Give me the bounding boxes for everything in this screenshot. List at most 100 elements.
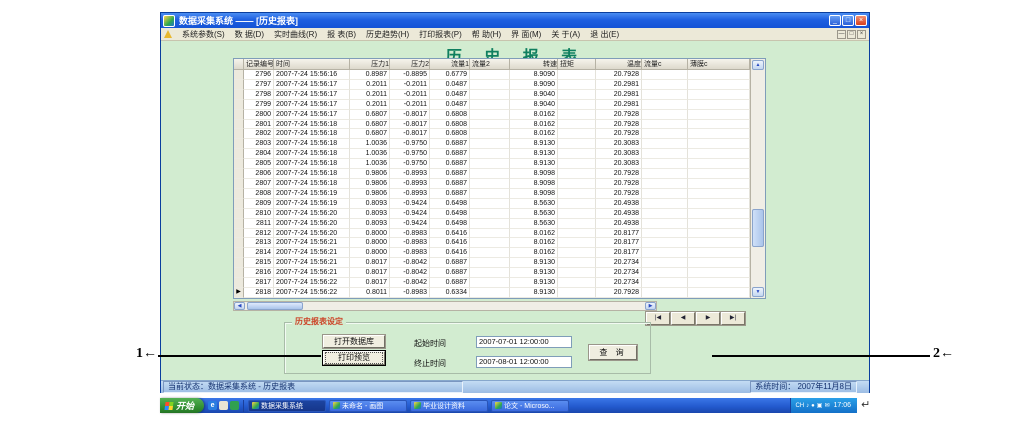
antivirus-icon[interactable]: ●	[811, 402, 815, 410]
taskbar-task[interactable]: 未命名 - 画图	[329, 400, 407, 412]
horizontal-scrollbar[interactable]: ◀ ▶	[233, 301, 657, 311]
table-row[interactable]: 27972007-7-24 15:56:170.2011-0.20110.048…	[234, 80, 750, 90]
volume-icon[interactable]: ♪	[806, 402, 809, 410]
column-header[interactable]: 扭矩	[558, 59, 596, 70]
vertical-scrollbar[interactable]: ▲ ▼	[750, 59, 765, 298]
column-header[interactable]: 压力2	[390, 59, 430, 70]
media-player-icon[interactable]	[230, 401, 239, 410]
restore-button[interactable]: □	[842, 15, 854, 26]
navigator-button[interactable]: ◀	[671, 312, 695, 325]
ie-icon[interactable]: e	[208, 401, 217, 410]
history-data-grid[interactable]: 记录编号时间压力1压力2流量1流量2转速扭矩温度流量c薄膜c 27962007-…	[233, 58, 766, 299]
menu-item[interactable]: 退 出(E)	[585, 29, 624, 40]
table-cell: 2007-7-24 15:56:19	[274, 199, 350, 209]
table-row[interactable]: 28012007-7-24 15:56:180.6807-0.80170.680…	[234, 120, 750, 130]
navigator-button[interactable]: ▶|	[721, 312, 745, 325]
table-row[interactable]: 28072007-7-24 15:56:180.9806-0.89930.688…	[234, 179, 750, 189]
table-cell	[688, 120, 750, 130]
table-cell: 20.7928	[596, 129, 642, 139]
table-cell	[470, 219, 510, 229]
column-header[interactable]: 记录编号	[244, 59, 274, 70]
table-row[interactable]: 28152007-7-24 15:56:210.8017-0.80420.688…	[234, 258, 750, 268]
table-row[interactable]: 28092007-7-24 15:56:190.8093-0.94240.649…	[234, 199, 750, 209]
vertical-scrollbar-thumb[interactable]	[752, 209, 764, 247]
scroll-left-icon[interactable]: ◀	[234, 302, 245, 310]
query-button[interactable]: 查 询	[589, 345, 637, 360]
menu-item[interactable]: 打印报表(P)	[414, 29, 467, 40]
title-bar[interactable]: 数据采集系统 —— [历史报表] _ □ ×	[161, 13, 869, 28]
table-row[interactable]: 27982007-7-24 15:56:170.2011-0.20110.048…	[234, 90, 750, 100]
scroll-up-icon[interactable]: ▲	[752, 60, 764, 70]
table-row[interactable]: 28112007-7-24 15:56:200.8093-0.94240.649…	[234, 219, 750, 229]
column-header[interactable]: 压力1	[350, 59, 390, 70]
table-row[interactable]: 28062007-7-24 15:56:180.9806-0.89930.688…	[234, 169, 750, 179]
column-header[interactable]: 流量2	[470, 59, 510, 70]
taskbar-task[interactable]: 论文 - Microso...	[491, 400, 569, 412]
table-cell: 0.8000	[350, 229, 390, 239]
menu-item[interactable]: 帮 助(H)	[467, 29, 506, 40]
table-row[interactable]: 28102007-7-24 15:56:200.8093-0.94240.649…	[234, 209, 750, 219]
table-row[interactable]: 28142007-7-24 15:56:210.8000-0.89830.641…	[234, 248, 750, 258]
table-cell	[642, 179, 688, 189]
mdi-control-button[interactable]: —	[837, 30, 846, 39]
minimize-button[interactable]: _	[829, 15, 841, 26]
table-cell	[558, 129, 596, 139]
table-cell: 20.7928	[596, 70, 642, 80]
close-button[interactable]: ×	[855, 15, 867, 26]
start-button[interactable]: 开始	[160, 398, 204, 413]
menu-item[interactable]: 系统参数(S)	[177, 29, 230, 40]
column-header[interactable]: 时间	[274, 59, 350, 70]
table-row[interactable]: 28052007-7-24 15:56:181.0036-0.97500.688…	[234, 159, 750, 169]
menu-item[interactable]: 实时曲线(R)	[269, 29, 322, 40]
table-row[interactable]: 28032007-7-24 15:56:181.0036-0.97500.688…	[234, 139, 750, 149]
row-selector	[234, 120, 244, 130]
print-preview-button[interactable]: 打印预览	[323, 351, 385, 365]
table-cell: 0.8011	[350, 288, 390, 298]
column-header[interactable]: 流量1	[430, 59, 470, 70]
table-row[interactable]: 28082007-7-24 15:56:190.9806-0.89930.688…	[234, 189, 750, 199]
table-cell: 2808	[244, 189, 274, 199]
menu-item[interactable]: 界 面(M)	[506, 29, 546, 40]
table-row[interactable]: ▶28182007-7-24 15:56:220.8011-0.89830.63…	[234, 288, 750, 298]
table-cell	[688, 139, 750, 149]
network-icon[interactable]: ▣	[817, 402, 823, 410]
taskbar-task[interactable]: 数据采集系统	[248, 400, 326, 412]
table-row[interactable]: 27962007-7-24 15:56:160.8987-0.88950.677…	[234, 70, 750, 80]
language-indicator[interactable]: CH	[795, 402, 804, 410]
row-selector	[234, 189, 244, 199]
table-row[interactable]: 28022007-7-24 15:56:180.6807-0.80170.680…	[234, 129, 750, 139]
column-header[interactable]: 温度	[596, 59, 642, 70]
show-desktop-icon[interactable]	[219, 401, 228, 410]
table-row[interactable]: 28172007-7-24 15:56:220.8017-0.80420.688…	[234, 278, 750, 288]
table-row[interactable]: 28132007-7-24 15:56:210.8000-0.89830.641…	[234, 238, 750, 248]
table-cell: 20.2734	[596, 258, 642, 268]
table-cell: 0.8017	[350, 278, 390, 288]
menu-item[interactable]: 关 于(A)	[546, 29, 585, 40]
table-cell	[642, 238, 688, 248]
mdi-control-button[interactable]: □	[847, 30, 856, 39]
menu-item[interactable]: 报 表(B)	[322, 29, 361, 40]
column-header[interactable]: 流量c	[642, 59, 688, 70]
end-time-input[interactable]: 2007-08-01 12:00:00	[476, 356, 572, 368]
table-row[interactable]: 28162007-7-24 15:56:210.8017-0.80420.688…	[234, 268, 750, 278]
navigator-button[interactable]: ▶	[696, 312, 720, 325]
message-icon[interactable]: ✉	[824, 402, 829, 410]
scroll-right-icon[interactable]: ▶	[645, 302, 656, 310]
row-selector	[234, 129, 244, 139]
column-header[interactable]: 转速	[510, 59, 558, 70]
table-row[interactable]: 27992007-7-24 15:56:170.2011-0.20110.048…	[234, 100, 750, 110]
table-row[interactable]: 28122007-7-24 15:56:200.8000-0.89830.641…	[234, 229, 750, 239]
open-database-button[interactable]: 打开数据库	[323, 335, 385, 348]
taskbar-task[interactable]: 毕业设计资料	[410, 400, 488, 412]
table-cell: 0.6779	[430, 70, 470, 80]
scroll-down-icon[interactable]: ▼	[752, 287, 764, 297]
start-time-input[interactable]: 2007-07-01 12:00:00	[476, 336, 572, 348]
horizontal-scrollbar-thumb[interactable]	[247, 302, 303, 310]
menu-item[interactable]: 数 据(D)	[230, 29, 269, 40]
menu-item[interactable]: 历史趋势(H)	[361, 29, 414, 40]
table-cell	[642, 169, 688, 179]
table-row[interactable]: 28002007-7-24 15:56:170.6807-0.80170.680…	[234, 110, 750, 120]
mdi-control-button[interactable]: ×	[857, 30, 866, 39]
table-row[interactable]: 28042007-7-24 15:56:181.0036-0.97500.688…	[234, 149, 750, 159]
column-header[interactable]: 薄膜c	[688, 59, 750, 70]
